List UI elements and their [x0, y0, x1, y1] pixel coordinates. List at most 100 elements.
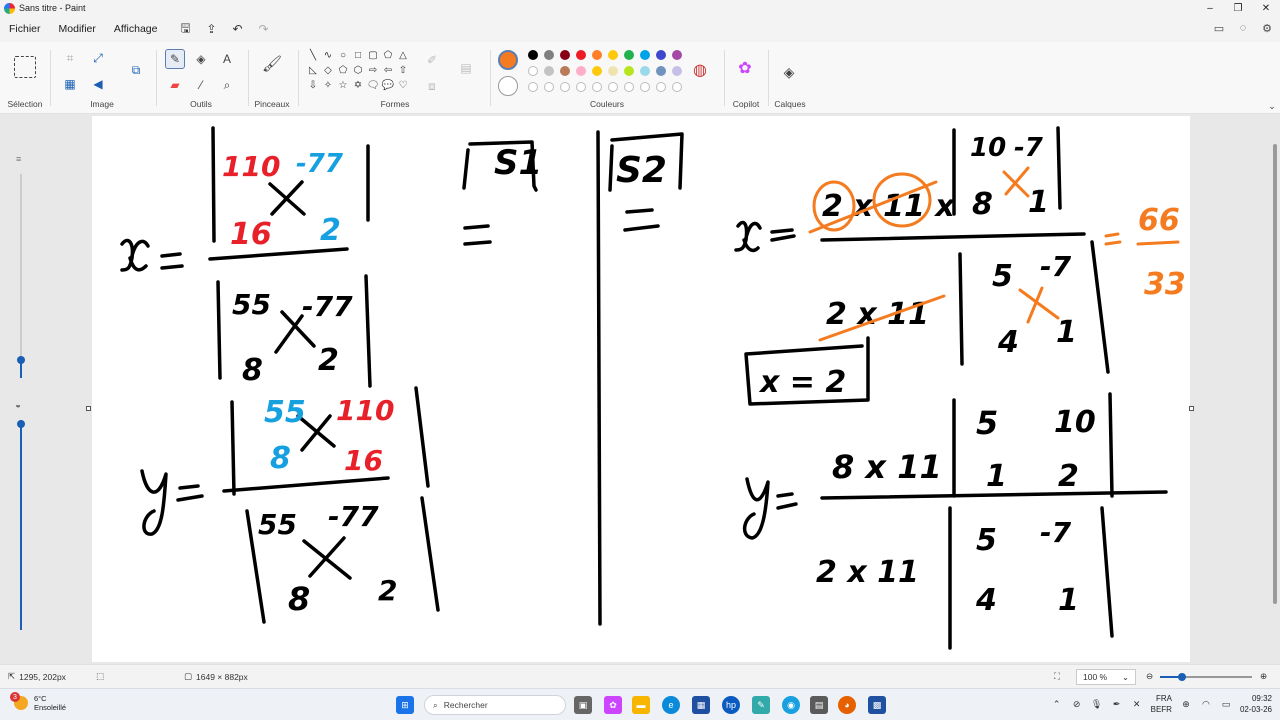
palette-swatch[interactable] — [608, 50, 618, 60]
palette-swatch[interactable] — [576, 50, 586, 60]
maximize-icon[interactable]: ❐ — [1224, 0, 1252, 16]
palette-swatch[interactable] — [592, 66, 602, 76]
menu-fichier[interactable]: Fichier — [0, 23, 50, 35]
arrow-down-shape-icon[interactable]: ⇩ — [306, 78, 320, 92]
palette-swatch[interactable] — [672, 50, 682, 60]
layers-icon[interactable]: ◈ — [779, 62, 799, 82]
ribbon-collapse-icon[interactable]: ⌄ — [1262, 96, 1280, 116]
image-effects-icon[interactable]: ▦ — [60, 74, 80, 94]
custom-color-slot[interactable] — [640, 82, 650, 92]
star5-shape-icon[interactable]: ☆ — [336, 78, 350, 92]
palette-swatch[interactable] — [624, 66, 634, 76]
shape-size-icon[interactable]: ▤ — [456, 58, 476, 78]
magnifier-icon[interactable]: ⌕ — [217, 75, 237, 95]
callout-oval-shape-icon[interactable]: 💬 — [381, 78, 395, 92]
drawing-canvas[interactable]: S1 S2 55 -77 8 2 55 -77 8 2 10 -7 8 1 2 … — [92, 116, 1190, 662]
star4-shape-icon[interactable]: ✧ — [321, 78, 335, 92]
zoom-in-icon[interactable]: ⊕ — [1260, 671, 1267, 682]
browser-icon[interactable]: ◉ — [782, 696, 800, 714]
primary-color-swatch[interactable] — [498, 50, 518, 70]
palette-swatch[interactable] — [544, 66, 554, 76]
hp-icon[interactable]: hp — [722, 696, 740, 714]
rotate-icon[interactable]: ◀ — [88, 74, 108, 94]
color-picker-icon[interactable]: ⁄ — [191, 75, 211, 95]
store-icon[interactable]: ▦ — [692, 696, 710, 714]
custom-color-slot[interactable] — [672, 82, 682, 92]
canvas-resize-handle-left[interactable] — [86, 406, 91, 411]
chevron-up-icon[interactable]: ⌃ — [1051, 698, 1063, 710]
palette-swatch[interactable] — [640, 50, 650, 60]
rounded-rect-shape-icon[interactable]: ▢ — [366, 48, 380, 62]
copilot-taskbar-icon[interactable]: ✿ — [604, 696, 622, 714]
weather-widget[interactable]: 3 6°C Ensoleillé — [10, 692, 66, 712]
secondary-color-swatch[interactable] — [498, 76, 518, 96]
microphone-icon[interactable]: 🎙 — [1091, 698, 1103, 710]
network-off-icon[interactable]: ⊘ — [1071, 698, 1083, 710]
palette-swatch[interactable] — [656, 50, 666, 60]
account-icon[interactable]: ◌ — [1236, 21, 1250, 35]
pen-icon[interactable]: ✒ — [1111, 698, 1123, 710]
select-icon[interactable] — [14, 56, 36, 78]
crop-icon[interactable]: ⌗ — [60, 48, 80, 68]
palette-swatch[interactable] — [640, 66, 650, 76]
brush-icon[interactable]: 🖌 — [262, 54, 282, 74]
paint-taskbar-icon[interactable]: ✎ — [752, 696, 770, 714]
custom-color-slot[interactable] — [592, 82, 602, 92]
redo-icon[interactable]: ↷ — [256, 22, 270, 36]
arrow-up-shape-icon[interactable]: ⇧ — [396, 63, 410, 77]
fit-to-window-icon[interactable]: ⛶ — [1054, 671, 1060, 682]
star6-shape-icon[interactable]: ✡ — [351, 78, 365, 92]
canvas-resize-handle-right[interactable] — [1189, 406, 1194, 411]
palette-swatch[interactable] — [608, 66, 618, 76]
app-icon[interactable]: ▩ — [868, 696, 886, 714]
custom-color-slot[interactable] — [656, 82, 666, 92]
palette-swatch[interactable] — [528, 66, 538, 76]
zoom-slider[interactable] — [1160, 673, 1252, 681]
heart-shape-icon[interactable]: ♡ — [396, 78, 410, 92]
zoom-out-icon[interactable]: ⊖ — [1146, 671, 1153, 682]
eraser-icon[interactable]: ▰ — [165, 75, 185, 95]
line-shape-icon[interactable]: ╲ — [306, 48, 320, 62]
custom-color-slot[interactable] — [528, 82, 538, 92]
right-triangle-shape-icon[interactable]: ◺ — [306, 63, 320, 77]
calculator-icon[interactable]: ▤ — [810, 696, 828, 714]
undo-icon[interactable]: ↶ — [230, 22, 244, 36]
palette-swatch[interactable] — [592, 50, 602, 60]
custom-color-slot[interactable] — [608, 82, 618, 92]
outline-icon[interactable]: ✐ — [422, 50, 442, 70]
menu-affichage[interactable]: Affichage — [105, 23, 167, 35]
palette-swatch[interactable] — [544, 50, 554, 60]
windows-start-icon[interactable]: ⊞ — [396, 696, 414, 714]
palette-swatch[interactable] — [656, 66, 666, 76]
palette-swatch[interactable] — [624, 50, 634, 60]
curve-shape-icon[interactable]: ∿ — [321, 48, 335, 62]
palette-swatch[interactable] — [528, 50, 538, 60]
palette-swatch[interactable] — [576, 66, 586, 76]
palette-swatch[interactable] — [560, 66, 570, 76]
callout-rect-shape-icon[interactable]: 🗨 — [366, 78, 380, 92]
pencil-icon[interactable]: ✎ — [165, 49, 185, 69]
arrow-right-shape-icon[interactable]: ⇨ — [366, 63, 380, 77]
mute-icon[interactable]: ✕ — [1131, 698, 1143, 710]
task-view-icon[interactable]: ▣ — [574, 696, 592, 714]
pentagon-shape-icon[interactable]: ⬠ — [336, 63, 350, 77]
taskbar-search[interactable]: ⌕ Rechercher — [424, 695, 566, 715]
battery-icon[interactable]: ▭ — [1220, 698, 1232, 710]
minimize-icon[interactable]: – — [1196, 0, 1224, 16]
custom-color-slot[interactable] — [544, 82, 554, 92]
palette-swatch[interactable] — [672, 66, 682, 76]
custom-color-slot[interactable] — [576, 82, 586, 92]
resize-icon[interactable]: ⤢ — [88, 48, 108, 68]
triangle-shape-icon[interactable]: △ — [396, 48, 410, 62]
brush-size-slider[interactable] — [17, 356, 25, 364]
firefox-icon[interactable]: ◕ — [838, 696, 856, 714]
custom-color-slot[interactable] — [624, 82, 634, 92]
vertical-scrollbar[interactable] — [1270, 114, 1280, 664]
opacity-slider[interactable] — [17, 420, 25, 428]
palette-swatch[interactable] — [560, 50, 570, 60]
zoom-slider-knob[interactable] — [1178, 673, 1186, 681]
wifi-icon[interactable]: ◠ — [1200, 698, 1212, 710]
close-icon[interactable]: ✕ — [1252, 0, 1280, 16]
save-icon[interactable]: 🖫 — [178, 21, 192, 36]
menu-modifier[interactable]: Modifier — [50, 23, 105, 35]
